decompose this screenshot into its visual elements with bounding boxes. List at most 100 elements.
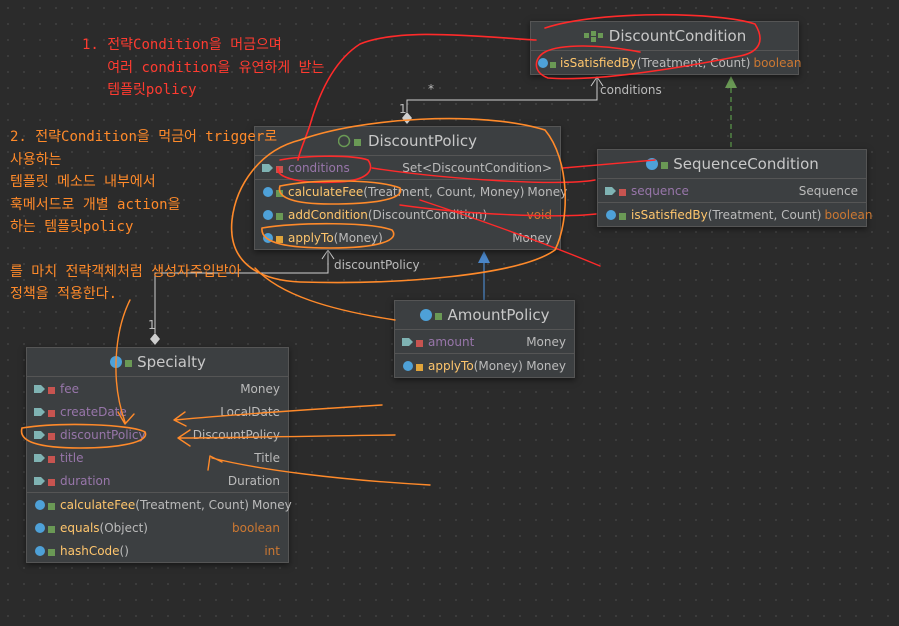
field-row[interactable]: discountPolicy DiscountPolicy — [27, 423, 288, 446]
method-name: addCondition — [288, 207, 368, 222]
method-row[interactable]: calculateFee(Treatment, Count, Money) Mo… — [255, 180, 567, 203]
multiplicity-star: * — [428, 82, 434, 96]
method-params: (Treatment, Count, Money) — [363, 184, 525, 199]
method-name: equals — [60, 520, 100, 535]
method-icon — [33, 522, 57, 534]
return-type: Money — [512, 230, 552, 245]
note-line: 정책을 적용한다. — [10, 286, 118, 302]
return-type: int — [264, 543, 280, 558]
class-header: Specialty — [27, 348, 288, 377]
field-tag-icon — [33, 406, 57, 418]
field-row[interactable]: fee Money — [27, 377, 288, 400]
class-sequence-condition[interactable]: SequenceCondition sequence Sequence isSa… — [597, 149, 872, 227]
return-type: Money — [526, 358, 566, 373]
class-icon — [645, 157, 669, 171]
note-line: 템플릿 메소드 내부에서 — [10, 174, 156, 190]
class-header: SequenceCondition — [598, 150, 866, 179]
class-discount-condition[interactable]: DiscountCondition isSatisfiedBy(Treatmen… — [530, 21, 802, 75]
field-name: fee — [60, 381, 79, 396]
field-name: sequence — [631, 183, 689, 198]
class-title: Specialty — [137, 353, 206, 371]
method-name: applyTo — [288, 230, 334, 245]
note-line: 훅메서드로 개별 action을 — [10, 196, 181, 213]
method-row[interactable]: isSatisfiedBy(Treatment, Count) boolean — [598, 203, 872, 226]
method-params: (Treatment, Count) — [135, 497, 249, 512]
field-row[interactable]: sequence Sequence — [598, 179, 866, 202]
field-tag-icon — [33, 452, 57, 464]
note-line: 를 마치 전략객체처럼 생성자주입받아 — [10, 263, 242, 280]
field-name: discountPolicy — [60, 427, 146, 442]
field-type: Money — [526, 334, 566, 349]
note-line: 하는 템플릿policy — [10, 219, 134, 235]
field-type: Set<DiscountCondition> — [402, 160, 552, 175]
note-line: 2. 전략Condition을 먹금어 trigger로 — [10, 129, 278, 145]
interface-icon — [583, 30, 605, 42]
field-tag-icon — [33, 429, 57, 441]
fields-section: amount Money — [395, 330, 574, 354]
class-header: DiscountCondition — [531, 22, 798, 51]
conditions-association — [406, 78, 598, 112]
method-params: () — [119, 543, 129, 558]
class-title: SequenceCondition — [673, 155, 819, 173]
field-type: LocalDate — [220, 404, 280, 419]
fields-section: conditions Set<DiscountCondition> — [255, 156, 560, 180]
method-row[interactable]: calculateFee(Treatment, Count) Money — [27, 493, 292, 516]
method-row[interactable]: applyTo(Money) Money — [255, 226, 560, 249]
field-row[interactable]: conditions Set<DiscountCondition> — [255, 156, 560, 179]
class-header: AmountPolicy — [395, 301, 574, 330]
fields-section: fee Money createDate LocalDate discountP… — [27, 377, 288, 493]
return-type: Money — [527, 184, 568, 199]
field-row[interactable]: createDate LocalDate — [27, 400, 288, 423]
field-tag-icon — [604, 185, 628, 197]
class-header: DiscountPolicy — [255, 127, 560, 156]
aggregation-diamond — [150, 333, 160, 345]
field-type: Sequence — [798, 183, 858, 198]
return-type: Money — [251, 497, 292, 512]
method-icon — [33, 545, 57, 557]
return-type: boolean — [753, 55, 802, 70]
method-name: calculateFee — [288, 184, 364, 199]
class-title: DiscountPolicy — [368, 132, 477, 150]
association-label-discountPolicy: discountPolicy — [334, 258, 420, 272]
method-icon — [33, 499, 57, 511]
multiplicity-one: 1 — [399, 102, 407, 116]
method-row[interactable]: addCondition(DiscountCondition) void — [255, 203, 560, 226]
field-name: duration — [60, 473, 111, 488]
method-name: calculateFee — [60, 497, 136, 512]
methods-section: isSatisfiedBy(Treatment, Count) boolean — [598, 203, 872, 226]
method-name: applyTo — [428, 358, 474, 373]
abstract-method-icon — [537, 57, 557, 69]
fields-section: sequence Sequence — [598, 179, 866, 203]
field-row[interactable]: amount Money — [395, 330, 574, 353]
field-tag-icon — [401, 336, 425, 348]
field-tag-icon — [33, 383, 57, 395]
method-params: (Object) — [99, 520, 148, 535]
abstract-class-icon — [338, 134, 364, 148]
methods-section: isSatisfiedBy(Treatment, Count) boolean — [531, 51, 802, 74]
annotation-note-orange: 2. 전략Condition을 먹금어 trigger로 사용하는 템플릿 메소… — [10, 126, 277, 306]
method-name: isSatisfiedBy — [631, 207, 708, 222]
field-name: conditions — [288, 160, 350, 175]
note-line: 1. 전략Condition을 머금으며 — [82, 37, 282, 53]
method-row[interactable]: isSatisfiedBy(Treatment, Count) boolean — [531, 51, 802, 74]
method-icon — [604, 209, 628, 221]
field-name: title — [60, 450, 84, 465]
field-type: Money — [240, 381, 280, 396]
methods-section: applyTo(Money) Money — [395, 354, 574, 377]
method-row[interactable]: equals(Object) boolean — [27, 516, 288, 539]
class-title: DiscountCondition — [608, 27, 747, 45]
class-icon — [109, 355, 133, 369]
field-row[interactable]: title Title — [27, 446, 288, 469]
field-type: Title — [254, 450, 280, 465]
class-amount-policy[interactable]: AmountPolicy amount Money applyTo(Money)… — [394, 300, 575, 378]
method-params: (Money) — [333, 230, 383, 245]
method-icon — [401, 360, 425, 372]
methods-section: calculateFee(Treatment, Count, Money) Mo… — [255, 180, 567, 249]
class-specialty[interactable]: Specialty fee Money createDate LocalDate… — [26, 347, 292, 563]
return-type: boolean — [824, 207, 873, 222]
method-row[interactable]: applyTo(Money) Money — [395, 354, 574, 377]
method-row[interactable]: hashCode() int — [27, 539, 288, 562]
field-row[interactable]: duration Duration — [27, 469, 288, 492]
class-title: AmountPolicy — [447, 306, 550, 324]
class-discount-policy[interactable]: DiscountPolicy conditions Set<DiscountCo… — [254, 126, 567, 250]
